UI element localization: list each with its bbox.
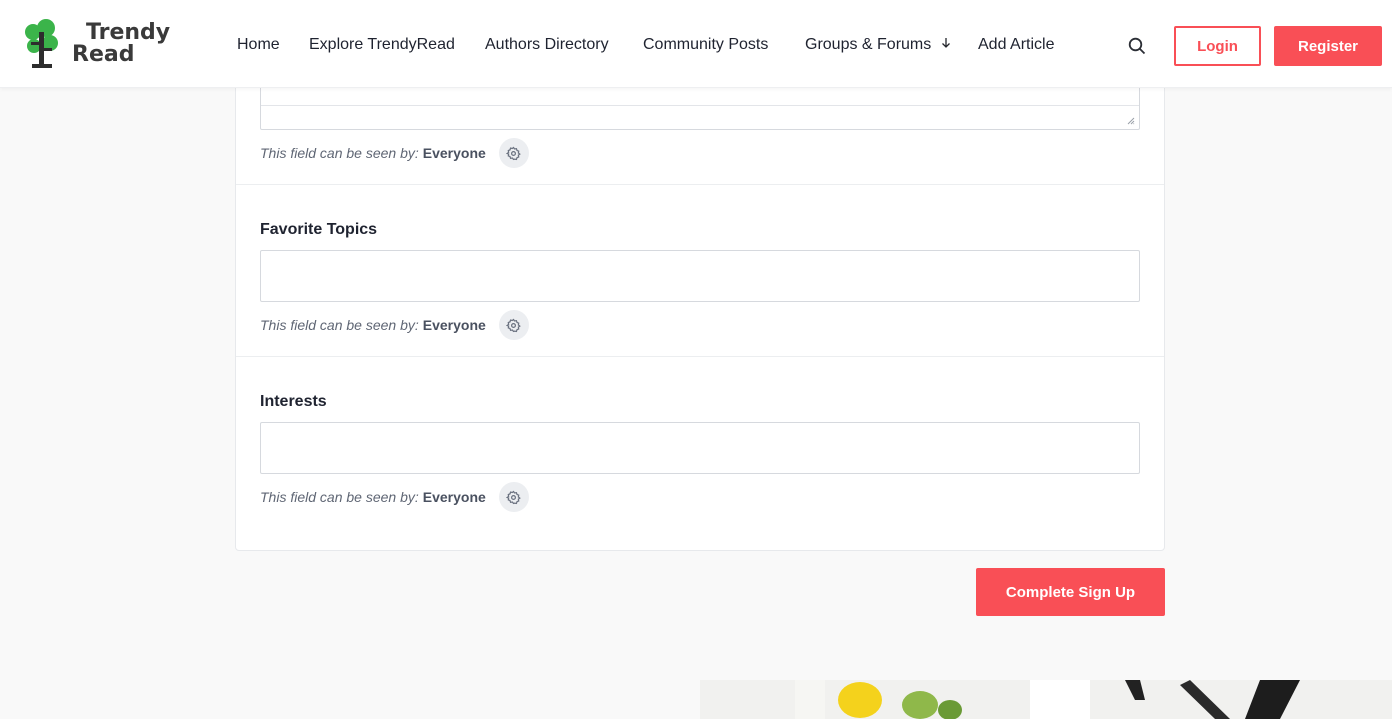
arrow-down-icon: [941, 38, 950, 48]
visibility-prefix: This field can be seen by:: [260, 317, 419, 333]
logo-wordmark: Trendy Read: [72, 22, 170, 66]
visibility-note-favorite-topics: This field can be seen by: Everyone: [260, 310, 529, 340]
visibility-settings-button[interactable]: [498, 138, 529, 168]
resize-grip-icon[interactable]: [1126, 116, 1135, 125]
hero-image: [700, 680, 1392, 719]
visibility-settings-button[interactable]: [498, 482, 529, 512]
visibility-prefix: This field can be seen by:: [260, 489, 419, 505]
nav-add-article[interactable]: Add Article: [978, 36, 1054, 54]
visibility-prefix: This field can be seen by:: [260, 145, 419, 161]
tree-logo-icon: [25, 19, 58, 68]
register-button[interactable]: Register: [1274, 26, 1382, 66]
gear-icon: [506, 490, 522, 504]
visibility-note-interests: This field can be seen by: Everyone: [260, 482, 529, 512]
favorite-topics-label: Favorite Topics: [260, 221, 378, 238]
logo-line-1: Trendy: [86, 20, 171, 45]
nav-groups-forums-label: Groups & Forums: [805, 36, 932, 53]
nav-explore[interactable]: Explore TrendyRead: [309, 36, 455, 54]
interests-label: Interests: [260, 393, 327, 410]
nav-community-posts[interactable]: Community Posts: [643, 36, 768, 54]
search-icon[interactable]: [1128, 37, 1146, 55]
visibility-settings-button[interactable]: [498, 310, 529, 340]
logo-line-2: Read: [72, 42, 135, 67]
visibility-value: Everyone: [422, 489, 486, 505]
nav-home[interactable]: Home: [237, 36, 280, 54]
interests-input[interactable]: [260, 422, 1140, 474]
visibility-value: Everyone: [422, 317, 486, 333]
site-header: Trendy Read Home Explore TrendyRead Auth…: [0, 0, 1392, 88]
visibility-value: Everyone: [422, 145, 486, 161]
site-logo[interactable]: Trendy Read: [22, 18, 170, 70]
favorite-topics-input[interactable]: [260, 250, 1140, 302]
nav-authors-directory[interactable]: Authors Directory: [485, 36, 609, 54]
field-divider: [236, 184, 1164, 185]
visibility-note-bio: This field can be seen by: Everyone: [260, 138, 529, 168]
nav-groups-forums[interactable]: Groups & Forums: [805, 36, 951, 54]
login-button[interactable]: Login: [1174, 26, 1261, 66]
textarea-resize-bar: [261, 105, 1139, 129]
gear-icon: [506, 318, 522, 332]
complete-signup-button[interactable]: Complete Sign Up: [976, 568, 1165, 616]
gear-icon: [506, 146, 522, 160]
field-divider: [236, 356, 1164, 357]
